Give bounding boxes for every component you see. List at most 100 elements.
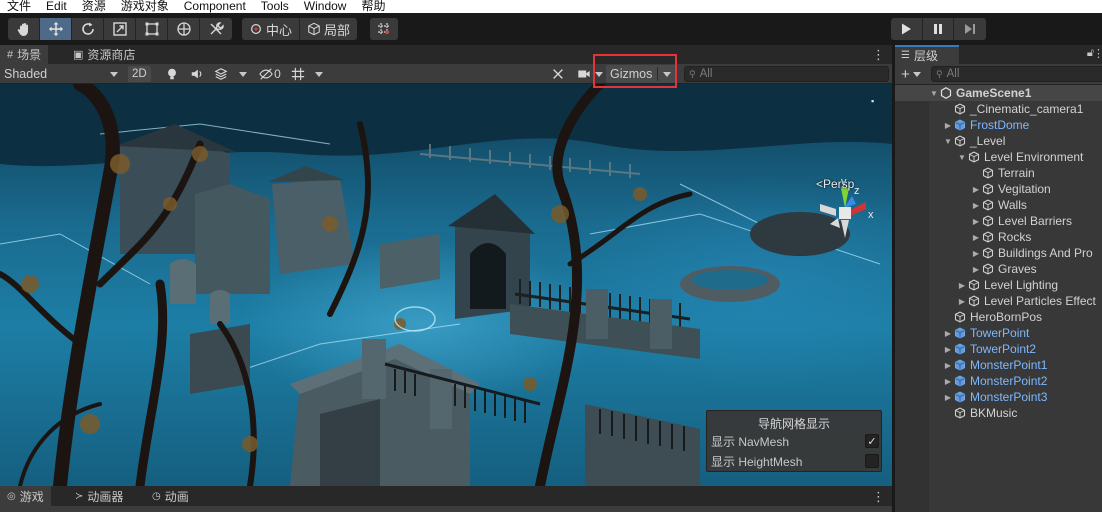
move-tool-button[interactable]	[40, 18, 72, 40]
hierarchy-item[interactable]: ▶ Rocks	[895, 229, 1102, 245]
chevron-down-icon[interactable]	[595, 72, 603, 77]
expand-arrow-icon[interactable]: ▶	[957, 297, 967, 306]
expand-arrow-icon[interactable]: ▶	[943, 361, 953, 370]
expand-arrow-icon[interactable]: ▼	[929, 89, 939, 98]
hierarchy-item[interactable]: ▶ Vegitation	[895, 181, 1102, 197]
custom-tool-button[interactable]	[200, 18, 232, 40]
scale-tool-button[interactable]	[104, 18, 136, 40]
shading-mode-dropdown[interactable]: Shaded	[4, 65, 118, 83]
neg-z-cone[interactable]	[830, 218, 840, 228]
hierarchy-item[interactable]: _Cinematic_camera1	[895, 101, 1102, 117]
menu-help[interactable]: 帮助	[354, 0, 393, 13]
hierarchy-item[interactable]: ▼ _Level	[895, 133, 1102, 149]
prefab-cube-icon	[953, 118, 967, 132]
center-cube[interactable]	[839, 207, 851, 219]
tab-asset-store[interactable]: ▣ 资源商店	[66, 45, 142, 64]
kebab-menu-icon[interactable]: ⋮	[1093, 47, 1102, 60]
projection-label[interactable]: <Persp	[816, 177, 854, 191]
expand-arrow-icon[interactable]: ▶	[943, 121, 953, 130]
show-navmesh-checkbox[interactable]: ✓	[865, 434, 879, 448]
expand-arrow-icon[interactable]: ▶	[971, 265, 981, 274]
pause-button[interactable]	[923, 18, 955, 40]
hierarchy-item[interactable]: ▶ TowerPoint2	[895, 341, 1102, 357]
tab-game[interactable]: ◎ 游戏	[0, 486, 51, 506]
rotate-tool-button[interactable]	[72, 18, 104, 40]
hidden-objects-toggle[interactable]: 0	[256, 66, 284, 82]
menu-assets[interactable]: 资源	[75, 0, 114, 13]
expand-arrow-icon[interactable]: ▶	[971, 233, 981, 242]
lighting-toggle[interactable]	[164, 66, 180, 82]
effects-toggle[interactable]	[212, 66, 230, 82]
camera-toggle[interactable]	[576, 66, 592, 82]
hierarchy-item[interactable]: HeroBornPos	[895, 309, 1102, 325]
hierarchy-item[interactable]: ▶ Level Lighting	[895, 277, 1102, 293]
hierarchy-item[interactable]: ▶ Level Barriers	[895, 213, 1102, 229]
menu-window[interactable]: Window	[297, 0, 355, 13]
show-heightmesh-row[interactable]: 显示 HeightMesh	[711, 452, 879, 470]
hand-tool-button[interactable]	[8, 18, 40, 40]
hierarchy-item[interactable]: ▼ Level Environment	[895, 149, 1102, 165]
hierarchy-item[interactable]: ▶ Level Particles Effect	[895, 293, 1102, 309]
scene-root-row[interactable]: ▼ GameScene1	[895, 85, 1102, 101]
show-heightmesh-checkbox[interactable]	[865, 454, 879, 468]
hierarchy-item[interactable]: ▶ MonsterPoint2	[895, 373, 1102, 389]
pivot-local-label: 局部	[324, 22, 351, 38]
hierarchy-item[interactable]: ▶ TowerPoint	[895, 325, 1102, 341]
expand-arrow-icon[interactable]: ▶	[971, 217, 981, 226]
chevron-down-icon[interactable]	[239, 72, 247, 77]
expand-arrow-icon[interactable]: ▶	[943, 393, 953, 402]
play-icon	[902, 23, 912, 35]
hierarchy-item[interactable]: ▶ MonsterPoint1	[895, 357, 1102, 373]
transform-tool-button[interactable]	[168, 18, 200, 40]
step-button[interactable]	[954, 18, 986, 40]
scene-search-input[interactable]: ⚲ All	[684, 66, 889, 82]
kebab-menu-icon[interactable]: ⋮	[872, 489, 885, 505]
hierarchy-search-input[interactable]: ⚲ All	[931, 66, 1102, 82]
menu-tools[interactable]: Tools	[254, 0, 297, 13]
expand-arrow-icon[interactable]: ▶	[971, 201, 981, 210]
tab-animation[interactable]: ◷ 动画	[145, 486, 196, 506]
expand-arrow-icon[interactable]: ▶	[971, 249, 981, 258]
collapse-arrow-icon[interactable]: ▼	[957, 153, 967, 162]
play-button[interactable]	[891, 18, 923, 40]
kebab-menu-icon[interactable]: ⋮	[872, 47, 885, 63]
neg-y-cone[interactable]	[841, 220, 849, 238]
create-button[interactable]: +	[901, 66, 921, 83]
scene-lock-icon[interactable]: ▪	[871, 96, 874, 106]
hierarchy-item[interactable]: ▶ MonsterPoint3	[895, 389, 1102, 405]
hierarchy-item[interactable]: ▶ Buildings And Pro	[895, 245, 1102, 261]
expand-arrow-icon[interactable]: ▶	[943, 377, 953, 386]
menu-component[interactable]: Component	[177, 0, 254, 13]
menu-gameobject[interactable]: 游戏对象	[114, 0, 177, 13]
show-navmesh-row[interactable]: 显示 NavMesh ✓	[711, 432, 879, 450]
hierarchy-item[interactable]: ▶ Walls	[895, 197, 1102, 213]
audio-toggle[interactable]	[188, 66, 206, 82]
chevron-down-icon[interactable]	[315, 72, 323, 77]
grid-toggle[interactable]	[290, 66, 306, 82]
tools-toggle[interactable]	[550, 66, 566, 82]
tab-scene[interactable]: # 场景	[0, 45, 49, 64]
menu-edit[interactable]: Edit	[39, 0, 75, 13]
neg-x-cone[interactable]	[820, 204, 836, 216]
rect-tool-button[interactable]	[136, 18, 168, 40]
store-bag-icon: ▣	[73, 49, 84, 61]
pivot-local-toggle[interactable]: 局部	[300, 18, 357, 40]
2d-toggle-button[interactable]: 2D	[128, 66, 151, 82]
expand-arrow-icon[interactable]: ▶	[943, 329, 953, 338]
expand-arrow-icon[interactable]: ▶	[943, 345, 953, 354]
gizmos-dropdown[interactable]: Gizmos	[606, 65, 676, 83]
menu-file[interactable]: 文件	[0, 0, 39, 13]
tab-hierarchy[interactable]: ☰ 层级	[895, 45, 959, 64]
hierarchy-item[interactable]: ▶ Graves	[895, 261, 1102, 277]
grid-snap-button[interactable]	[370, 18, 398, 40]
grid-icon: #	[7, 48, 14, 61]
collapse-arrow-icon[interactable]: ▼	[943, 137, 953, 146]
expand-arrow-icon[interactable]: ▶	[971, 185, 981, 194]
expand-arrow-icon[interactable]: ▶	[957, 281, 967, 290]
hierarchy-item[interactable]: BKMusic	[895, 405, 1102, 421]
pivot-center-toggle[interactable]: 中心	[242, 18, 301, 40]
tab-animator[interactable]: ≻ 动画器	[68, 486, 130, 506]
hierarchy-item[interactable]: Terrain	[895, 165, 1102, 181]
gameobject-cube-icon	[953, 406, 967, 420]
hierarchy-item[interactable]: ▶ FrostDome	[895, 117, 1102, 133]
